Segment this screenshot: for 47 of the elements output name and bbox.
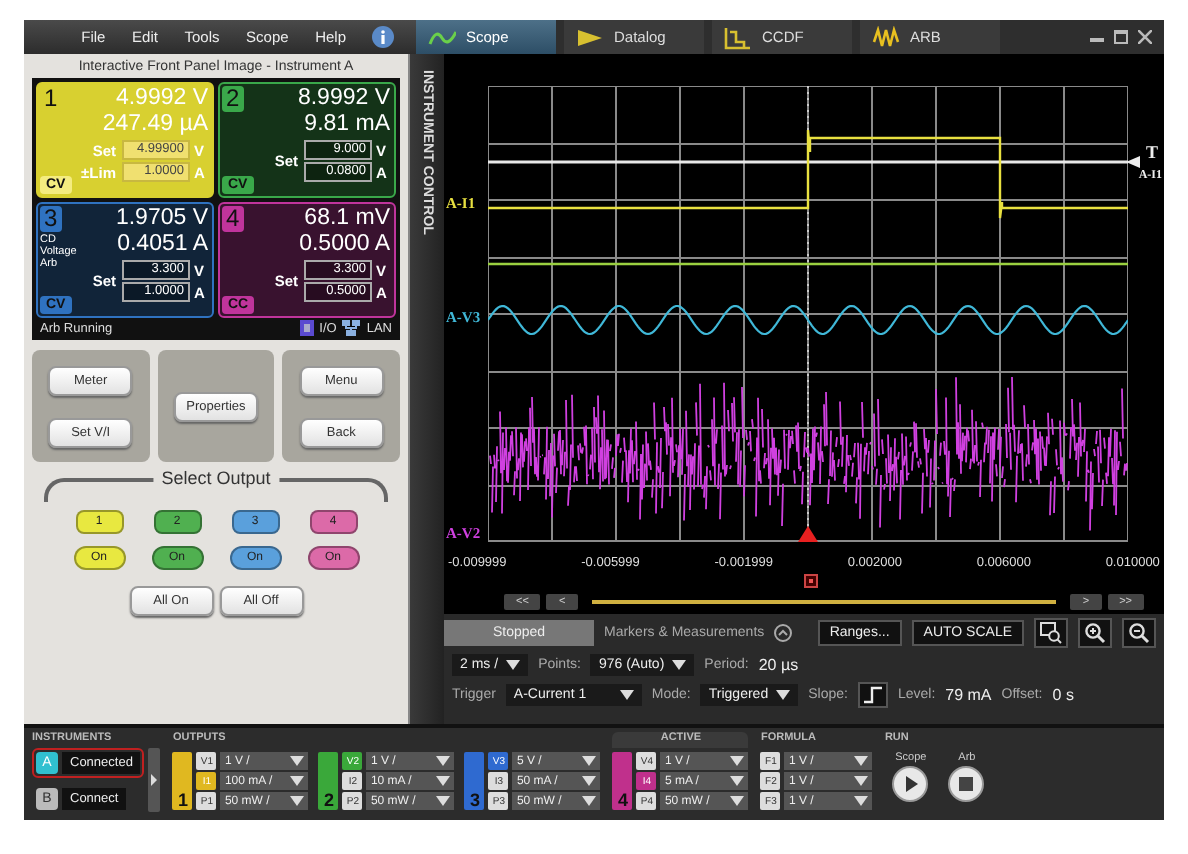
- channel-number: 1: [40, 86, 62, 112]
- network-icon: [342, 320, 361, 336]
- trigger-marker-icon: [798, 526, 818, 542]
- caret-icon: [672, 660, 687, 670]
- rising-edge-icon: [863, 686, 882, 704]
- slope-button[interactable]: [857, 682, 888, 708]
- zoom-box-icon: [1040, 622, 1062, 644]
- offset-value: 0 s: [1052, 686, 1074, 704]
- io-icon: [299, 320, 314, 336]
- arrow-icon: [576, 25, 604, 49]
- zoom-out-icon: [1128, 622, 1150, 644]
- output-voltage: 68.1 mV: [304, 206, 390, 232]
- channel-number: 4: [222, 206, 244, 232]
- zoom-out-button[interactable]: [1122, 618, 1156, 648]
- output-voltage: 4.9992 V: [115, 86, 208, 112]
- output-color-bar: 4: [612, 752, 633, 810]
- stop-button[interactable]: [948, 766, 985, 802]
- play-button[interactable]: [892, 766, 929, 802]
- zoom-in-icon: [1084, 622, 1106, 644]
- section-title: Select Output: [153, 468, 279, 488]
- caret-icon: [506, 660, 521, 670]
- trigger-arrow-icon: [1126, 156, 1140, 168]
- output-voltage: 8.9992 V: [297, 86, 390, 112]
- caret-icon: [776, 690, 791, 700]
- maximize-icon[interactable]: [1114, 30, 1128, 44]
- output-color-bar: 1: [172, 752, 193, 810]
- output-voltage: 1.9705 V: [115, 206, 208, 232]
- level-value: 79 mA: [945, 686, 992, 704]
- output-current: 247.49 µA: [102, 112, 208, 138]
- zigzag-icon: [872, 25, 900, 49]
- step-chart-icon: [724, 25, 752, 49]
- output-current: 0.4051 A: [117, 232, 208, 258]
- output-current: 0.5000 A: [299, 232, 390, 258]
- period-value: 20 µs: [758, 656, 799, 674]
- zoom-in-button[interactable]: [1078, 618, 1112, 648]
- output-color-bar: 2: [318, 752, 339, 810]
- trigger-label: T: [1145, 142, 1158, 162]
- info-icon[interactable]: [372, 26, 395, 48]
- marker-box-icon[interactable]: [803, 574, 817, 588]
- output-color-bar: 3: [464, 752, 485, 810]
- channel-number: 2: [222, 86, 244, 112]
- collapse-icon[interactable]: [774, 624, 793, 642]
- caret-icon: [619, 690, 634, 700]
- zoom-box-button[interactable]: [1034, 618, 1068, 648]
- close-icon[interactable]: [1138, 30, 1152, 44]
- channel-number: 3: [40, 206, 62, 232]
- output-current: 9.81 mA: [304, 112, 390, 138]
